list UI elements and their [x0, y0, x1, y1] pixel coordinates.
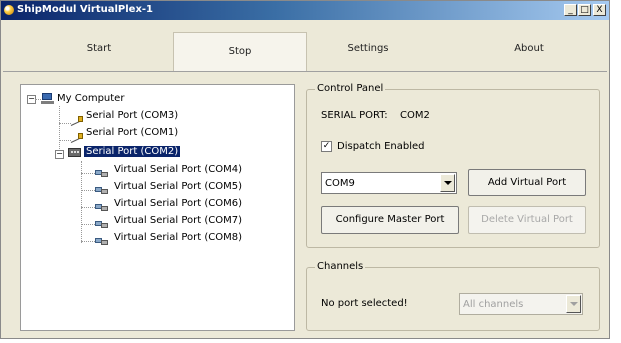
virtual-port-icon: [95, 235, 108, 246]
control-panel-group: Control Panel SERIAL PORT: COM2 ✓ Dispat…: [306, 83, 600, 248]
com-port-select[interactable]: COM9: [321, 172, 457, 194]
channels-select[interactable]: All channels: [459, 293, 583, 315]
plug-icon: [70, 116, 84, 127]
virtual-port-icon: [95, 218, 108, 229]
tree-node-label: Virtual Serial Port (COM4): [114, 164, 242, 175]
tree-node-label: Serial Port (COM1): [86, 127, 179, 138]
tab-strip: Start Stop Settings About: [3, 26, 607, 72]
tab-stop[interactable]: Stop: [173, 32, 307, 71]
tree-connector: [81, 241, 95, 242]
tree-connector: [59, 140, 71, 141]
control-panel-legend: Control Panel: [315, 83, 386, 94]
delete-virtual-port-button[interactable]: Delete Virtual Port: [468, 206, 586, 234]
tree-node-com3[interactable]: Serial Port (COM3): [84, 109, 180, 123]
tree-node-label: My Computer: [57, 93, 125, 104]
virtual-port-icon: [95, 201, 108, 212]
app-icon[interactable]: [4, 5, 14, 15]
plug-icon: [70, 133, 84, 144]
title-bar[interactable]: ShipModul VirtualPlex-1 _ □ X: [1, 1, 609, 20]
add-virtual-port-button[interactable]: Add Virtual Port: [468, 169, 586, 196]
window-title: ShipModul VirtualPlex-1: [17, 4, 154, 15]
tree-connector: [81, 173, 95, 174]
tree-node-label: Virtual Serial Port (COM7): [114, 215, 242, 226]
chevron-down-icon[interactable]: [566, 295, 581, 313]
tree-node-label: Virtual Serial Port (COM5): [114, 181, 242, 192]
computer-icon: [41, 93, 54, 104]
com2-collapse-toggle[interactable]: −: [55, 150, 64, 159]
tree-node-label: Virtual Serial Port (COM6): [114, 198, 242, 209]
channels-legend: Channels: [315, 261, 366, 272]
close-button[interactable]: X: [593, 4, 606, 16]
tree-connector: [59, 123, 71, 124]
com-port-select-value: COM9: [325, 178, 355, 189]
tree-connector: [81, 190, 95, 191]
tree-node-label: Serial Port (COM3): [86, 110, 179, 121]
tree-node-com4[interactable]: Virtual Serial Port (COM4): [112, 163, 244, 177]
dispatch-enabled-checkbox[interactable]: ✓: [321, 141, 332, 152]
tab-start[interactable]: Start: [33, 30, 165, 68]
tab-about[interactable]: About: [463, 30, 595, 68]
configure-master-port-button[interactable]: Configure Master Port: [321, 206, 459, 234]
channels-group: Channels No port selected! All channels: [306, 261, 600, 331]
serial-port-label: SERIAL PORT:: [321, 110, 388, 121]
virtual-port-icon: [95, 167, 108, 178]
tree-node-label: Serial Port (COM2): [84, 146, 181, 157]
maximize-button[interactable]: □: [578, 4, 591, 16]
chevron-down-icon[interactable]: [440, 174, 455, 192]
tree-node-com1[interactable]: Serial Port (COM1): [84, 126, 180, 140]
tree-node-my-computer[interactable]: My Computer: [55, 92, 126, 106]
channels-status: No port selected!: [321, 298, 408, 309]
minimize-button[interactable]: _: [564, 4, 577, 16]
tree-node-com6[interactable]: Virtual Serial Port (COM6): [112, 197, 244, 211]
tab-settings[interactable]: Settings: [302, 30, 434, 68]
tree-connector: [81, 224, 95, 225]
virtual-port-icon: [95, 184, 108, 195]
tree-connector: [81, 207, 95, 208]
serial-port-icon: [68, 147, 81, 158]
tree-node-com8[interactable]: Virtual Serial Port (COM8): [112, 231, 244, 245]
tree-node-com5[interactable]: Virtual Serial Port (COM5): [112, 180, 244, 194]
tree-node-com2[interactable]: Serial Port (COM2): [84, 145, 181, 159]
dispatch-enabled-label[interactable]: Dispatch Enabled: [337, 141, 425, 152]
port-tree[interactable]: − My Computer Serial Port (COM3) Serial …: [20, 84, 295, 331]
serial-port-value: COM2: [400, 110, 430, 121]
main-window: ShipModul VirtualPlex-1 _ □ X Start Stop…: [0, 0, 610, 339]
tree-node-com7[interactable]: Virtual Serial Port (COM7): [112, 214, 244, 228]
tree-node-label: Virtual Serial Port (COM8): [114, 232, 242, 243]
channels-select-value: All channels: [463, 299, 524, 310]
